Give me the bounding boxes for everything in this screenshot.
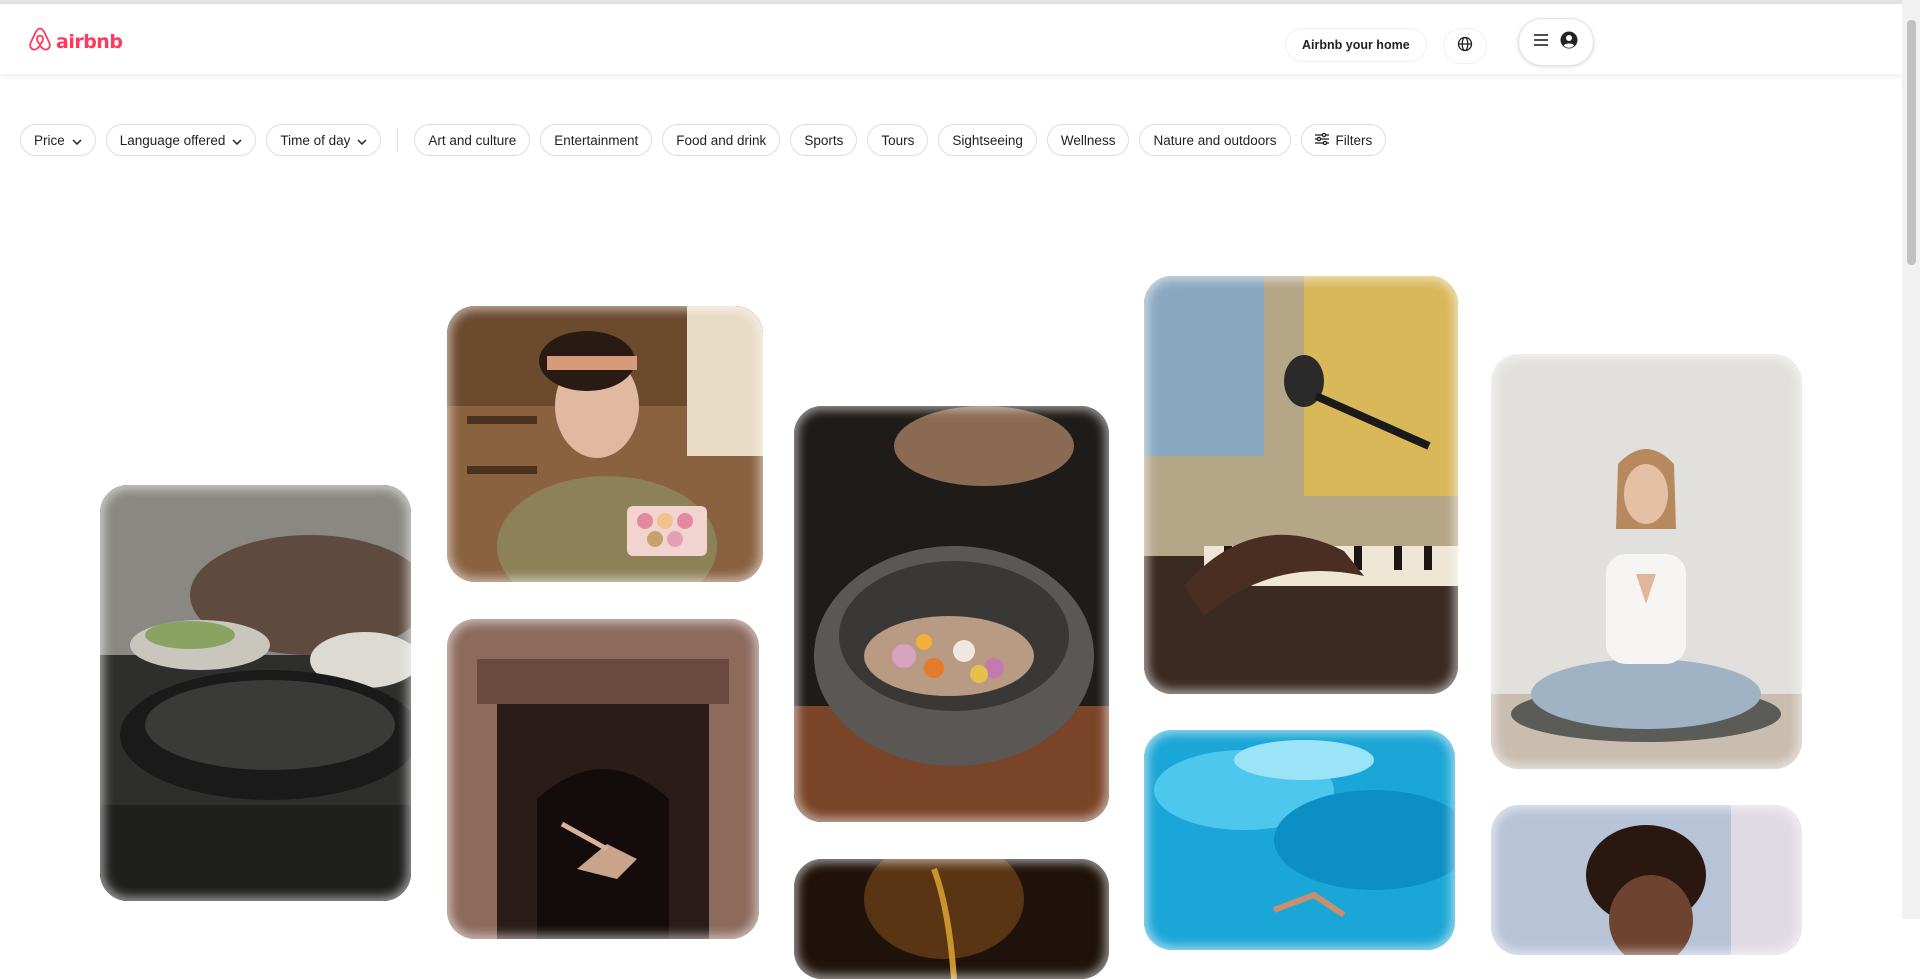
category-entertainment[interactable]: Entertainment [540, 124, 653, 156]
swimming-pool-photo[interactable] [1144, 730, 1455, 950]
filter-divider [397, 128, 399, 152]
cooking-class-photo[interactable] [100, 485, 411, 901]
price-dropdown[interactable]: Price [20, 124, 96, 156]
scrollbar-thumb[interactable] [1907, 20, 1916, 265]
user-menu-button[interactable] [1518, 18, 1594, 66]
airbnb-logo[interactable]: airbnb [28, 26, 123, 57]
user-avatar-icon [1560, 31, 1578, 54]
category-food-and-drink[interactable]: Food and drink [662, 124, 781, 156]
chevron-down-icon [357, 133, 367, 148]
time-of-day-dropdown[interactable]: Time of day [266, 124, 382, 156]
singer-portrait-photo[interactable] [1491, 805, 1802, 955]
page-scrollbar[interactable] [1902, 0, 1920, 919]
category-tours[interactable]: Tours [867, 124, 929, 156]
baker-with-macarons-photo[interactable] [447, 306, 763, 582]
airbnb-your-home-button[interactable]: Airbnb your home [1286, 29, 1426, 61]
chevron-down-icon [72, 133, 82, 148]
sliders-icon [1314, 132, 1329, 148]
site-header: airbnb Airbnb your home [0, 4, 1902, 74]
category-sports[interactable]: Sports [790, 124, 858, 156]
chevron-down-icon [232, 133, 242, 148]
yoga-meditation-photo[interactable] [1491, 354, 1802, 769]
language-button[interactable] [1444, 29, 1486, 63]
language-offered-dropdown[interactable]: Language offered [105, 124, 257, 156]
time-of-day-label: Time of day [280, 132, 351, 148]
filters-label: Filters [1335, 132, 1373, 148]
filters-button[interactable]: Filters [1300, 124, 1387, 156]
airbnb-belo-icon [28, 26, 52, 57]
logo-wordmark: airbnb [56, 30, 123, 53]
globe-icon [1457, 36, 1473, 57]
dancer-in-doorway-photo[interactable] [447, 619, 759, 939]
category-wellness[interactable]: Wellness [1046, 124, 1130, 156]
category-nature-and-outdoors[interactable]: Nature and outdoors [1139, 124, 1291, 156]
stone-bowl-seasoning-photo[interactable] [794, 406, 1109, 822]
hamburger-menu-icon [1534, 33, 1548, 51]
filter-bar: Price Language offered Time of day Art a… [20, 124, 1387, 156]
dark-bottom-photo[interactable] [794, 859, 1109, 979]
language-offered-label: Language offered [119, 132, 226, 148]
piano-microphone-photo[interactable] [1144, 276, 1458, 694]
category-art-and-culture[interactable]: Art and culture [414, 124, 531, 156]
price-label: Price [34, 132, 65, 148]
category-sightseeing[interactable]: Sightseeing [938, 124, 1037, 156]
